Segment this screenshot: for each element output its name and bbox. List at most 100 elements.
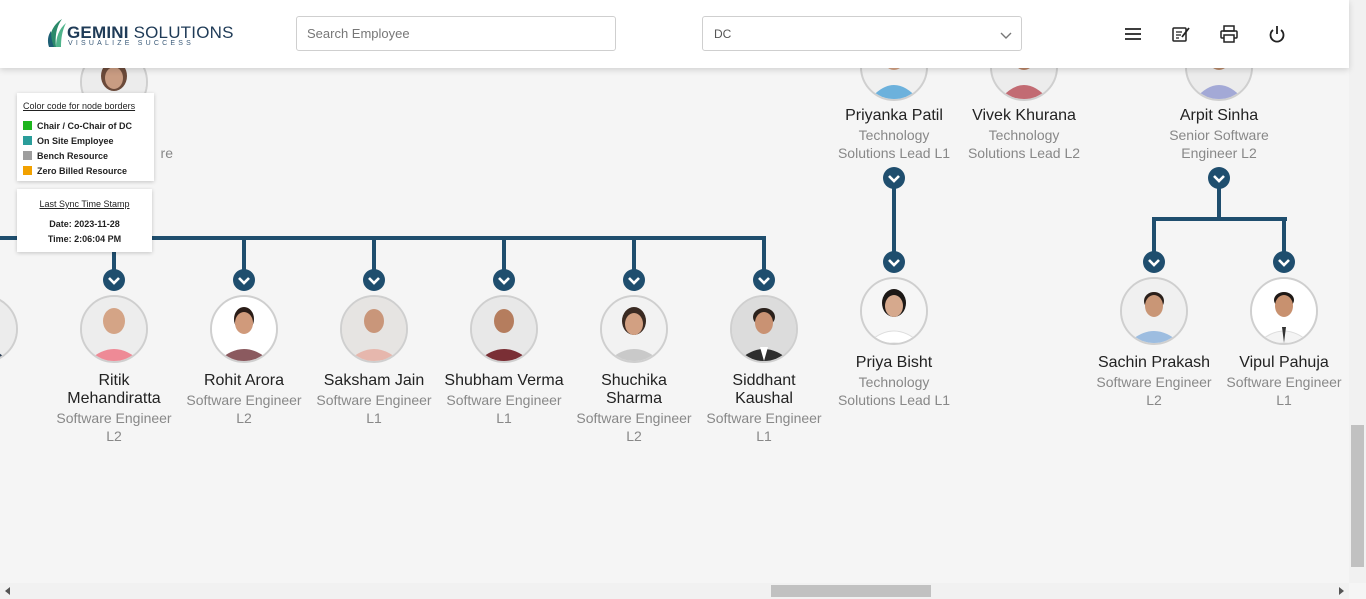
employee-role: Senior Software [1169,127,1269,143]
employee-name: Priya Bisht [855,354,933,371]
employee-role: Technology [858,127,930,143]
color-legend-panel: Color code for node borders Chair / Co-C… [17,93,154,181]
person-photo [212,297,276,361]
employee-role: L2 [236,410,252,426]
employee-avatar[interactable] [210,295,278,363]
employee-role: L1 [1276,392,1292,408]
expand-toggle-icon[interactable] [492,268,516,292]
employee-name: Shuchika [601,372,667,389]
expand-toggle-icon[interactable] [622,268,646,292]
sync-time: Time: 2:06:04 PM [47,234,122,244]
person-photo [732,297,796,361]
scroll-left-arrow-icon[interactable] [4,587,12,595]
leaf-logo-icon [47,19,66,47]
employee-role: L1 [756,428,772,444]
employee-name: Sharma [605,390,663,407]
employee-name: Saksham Jain [323,372,425,389]
legend-item-zero-billed: Zero Billed Resource [23,166,127,176]
employee-name: Priyanka Patil [845,107,943,124]
person-photo [862,279,926,343]
employee-avatar[interactable] [470,295,538,363]
employee-role: Software Engineer [1226,374,1342,390]
expand-toggle-icon[interactable] [1142,250,1166,274]
legend-item-chair: Chair / Co-Chair of DC [23,121,132,131]
person-photo [602,297,666,361]
person-photo [1122,279,1186,343]
expand-toggle-icon[interactable] [362,268,386,292]
edit-note-icon[interactable] [1171,24,1191,44]
legend-title: Color code for node borders [23,101,136,111]
expand-toggle-icon[interactable] [882,250,906,274]
employee-avatar[interactable] [340,295,408,363]
legend-item-onsite: On Site Employee [23,136,114,146]
expand-toggle-icon[interactable] [752,268,776,292]
employee-avatar[interactable] [860,277,928,345]
employee-avatar[interactable] [80,295,148,363]
sync-timestamp-panel: Last Sync Time Stamp Date: 2023-11-28 Ti… [17,189,152,252]
expand-toggle-icon[interactable] [882,166,906,190]
expand-toggle-icon[interactable] [102,268,126,292]
employee-avatar[interactable] [600,295,668,363]
employee-role: Engineer L2 [1181,145,1257,161]
employee-role: L1 [496,410,512,426]
search-employee-input[interactable] [296,16,616,51]
employee-role: Software Engineer [706,410,822,426]
person-photo [342,297,406,361]
employee-role: Software Engineer [1096,374,1212,390]
vertical-scroll-thumb[interactable] [1351,425,1364,567]
employee-role: Solutions Lead L1 [837,392,951,408]
org-chart-canvas[interactable]: re Priyanka Patil Technology Solutions L… [0,33,1349,583]
app-header: GEMINI SOLUTIONS VISUALIZE SUCCESS DC [0,0,1349,68]
person-photo [472,297,536,361]
employee-role: gineer [0,409,41,427]
dc-select[interactable]: DC [702,16,1022,51]
expand-toggle-icon[interactable] [1207,166,1231,190]
expand-toggle-icon[interactable] [1272,250,1296,274]
employee-name: Arpit Sinha [1179,107,1259,124]
employee-name: Ritik [98,372,130,389]
employee-name: Mehandiratta [67,390,161,407]
employee-role: Software Engineer [316,392,432,408]
employee-role: Solutions Lead L1 [837,145,951,161]
legend-swatch [23,151,32,160]
employee-role: Solutions Lead L2 [967,145,1081,161]
legend-swatch [23,136,32,145]
employee-name: Vipul Pahuja [1239,354,1329,371]
employee-avatar[interactable] [1120,277,1188,345]
employee-role: Software Engineer [446,392,562,408]
employee-avatar[interactable] [1250,277,1318,345]
dc-select-value: DC [714,27,732,41]
legend-swatch [23,166,32,175]
employee-name: shan [0,372,31,390]
employee-avatar[interactable] [730,295,798,363]
power-icon[interactable] [1267,24,1287,44]
print-icon[interactable] [1219,24,1239,44]
employee-role: L1 [366,410,382,426]
scroll-right-arrow-icon[interactable] [1337,587,1345,595]
employee-name: Rohit Arora [203,372,285,389]
employee-role: Technology [988,127,1060,143]
employee-name: Kaushal [735,390,793,407]
menu-icon[interactable] [1123,24,1143,44]
person-photo [1252,279,1316,343]
employee-role: Software Engineer [56,410,172,426]
employee-name: Sachin Prakash [1097,354,1211,371]
sync-title: Last Sync Time Stamp [39,199,130,209]
legend-item-bench: Bench Resource [23,151,108,161]
employee-role: Software Engineer [186,392,302,408]
employee-role: L2 [626,428,642,444]
person-photo [82,297,146,361]
employee-role: Technology [858,374,930,390]
employee-name: Shubham Verma [444,372,564,389]
employee-role: L2 [106,428,122,444]
employee-role: Software Engineer [576,410,692,426]
chevron-down-icon [1000,32,1012,39]
horizontal-scroll-thumb[interactable] [771,585,931,597]
expand-toggle-icon[interactable] [232,268,256,292]
logo-tagline: VISUALIZE SUCCESS [68,40,194,47]
employee-name: Siddhant [732,372,796,389]
legend-swatch [23,121,32,130]
sync-date: Date: 2023-11-28 [49,219,120,229]
gemini-logo[interactable]: GEMINI SOLUTIONS VISUALIZE SUCCESS [46,17,233,51]
horizontal-scrollbar[interactable] [0,583,1349,599]
